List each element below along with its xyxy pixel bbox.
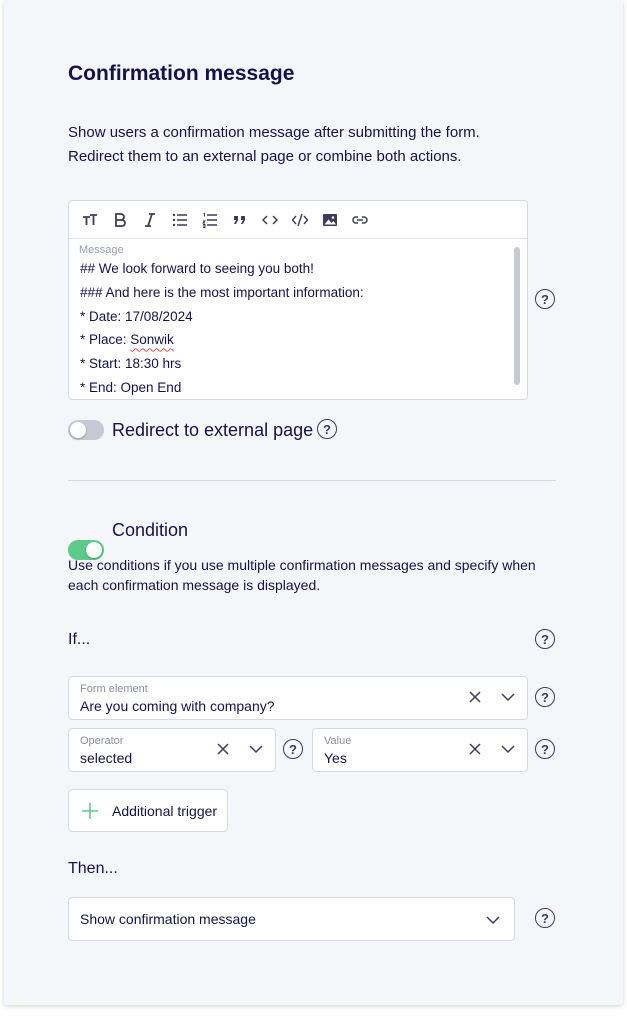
editor-line: * End: Open End bbox=[80, 379, 182, 395]
clear-icon[interactable] bbox=[467, 741, 483, 757]
clear-icon[interactable] bbox=[467, 689, 483, 705]
toggle-knob bbox=[70, 422, 86, 438]
bold-icon[interactable] bbox=[105, 205, 135, 235]
description-line: Show users a confirmation message after … bbox=[68, 124, 480, 141]
clear-icon[interactable] bbox=[215, 741, 231, 757]
numbered-list-icon[interactable] bbox=[195, 205, 225, 235]
help-icon[interactable]: ? bbox=[283, 739, 303, 759]
bullet-list-icon[interactable] bbox=[165, 205, 195, 235]
field-label: Value bbox=[324, 735, 352, 747]
code-block-icon[interactable] bbox=[285, 205, 315, 235]
operator-select[interactable]: Operator selected bbox=[68, 728, 276, 772]
field-label: Form element bbox=[80, 683, 148, 695]
condition-description: Use conditions if you use multiple confi… bbox=[68, 555, 536, 595]
redirect-toggle[interactable] bbox=[68, 420, 104, 440]
italic-icon[interactable] bbox=[135, 205, 165, 235]
editor-line: ## We look forward to seeing you both! bbox=[80, 261, 314, 276]
misspelled-word: Sonwik bbox=[130, 332, 174, 348]
chevron-down-icon[interactable] bbox=[500, 741, 516, 757]
help-icon[interactable]: ? bbox=[535, 289, 555, 309]
plus-icon bbox=[82, 802, 98, 819]
redirect-label: Redirect to external page bbox=[112, 420, 314, 440]
field-value: Are you coming with company? bbox=[80, 698, 275, 714]
editor-toolbar bbox=[69, 201, 527, 239]
editor-line: ### And here is the most important infor… bbox=[80, 284, 364, 300]
help-icon[interactable]: ? bbox=[535, 908, 555, 928]
message-editor[interactable]: Message ## We look forward to seeing you… bbox=[68, 200, 528, 400]
action-select[interactable]: Show confirmation message bbox=[68, 897, 515, 941]
code-icon[interactable] bbox=[255, 205, 285, 235]
field-value: Show confirmation message bbox=[80, 911, 256, 927]
add-trigger-label: Additional trigger bbox=[112, 802, 218, 819]
if-label: If... bbox=[68, 631, 91, 648]
image-icon[interactable] bbox=[315, 205, 345, 235]
description-line: each confirmation message is displayed. bbox=[68, 577, 321, 593]
editor-line: * Place: Sonwik bbox=[80, 332, 364, 356]
description-line: Redirect them to an external page or com… bbox=[68, 148, 462, 165]
editor-content[interactable]: ## We look forward to seeing you both! #… bbox=[80, 261, 364, 404]
editor-scrollbar[interactable] bbox=[514, 247, 520, 385]
add-trigger-button[interactable]: Additional trigger bbox=[68, 789, 228, 832]
page-title: Confirmation message bbox=[68, 62, 295, 85]
confirmation-description: Show users a confirmation message after … bbox=[68, 121, 538, 169]
link-icon[interactable] bbox=[345, 205, 375, 235]
value-select[interactable]: Value Yes bbox=[312, 728, 528, 772]
then-label: Then... bbox=[68, 860, 118, 877]
help-icon[interactable]: ? bbox=[535, 739, 555, 759]
help-icon[interactable]: ? bbox=[535, 687, 555, 707]
help-icon[interactable]: ? bbox=[317, 419, 337, 439]
field-label: Operator bbox=[80, 735, 124, 747]
field-value: selected bbox=[80, 750, 133, 766]
chevron-down-icon[interactable] bbox=[500, 689, 516, 705]
quote-icon[interactable] bbox=[225, 205, 255, 235]
text-size-icon[interactable] bbox=[75, 205, 105, 235]
form-element-select[interactable]: Form element Are you coming with company… bbox=[68, 676, 528, 720]
field-value: Yes bbox=[324, 750, 347, 766]
chevron-down-icon[interactable] bbox=[485, 912, 501, 928]
editor-line: * Date: 17/08/2024 bbox=[80, 308, 193, 324]
editor-line-prefix: * Place: bbox=[80, 332, 131, 348]
description-line: Use conditions if you use multiple confi… bbox=[68, 557, 536, 573]
help-icon[interactable]: ? bbox=[535, 629, 555, 649]
divider bbox=[68, 480, 556, 481]
editor-label: Message bbox=[79, 244, 124, 256]
chevron-down-icon[interactable] bbox=[248, 741, 264, 757]
editor-line: * Start: 18:30 hrs bbox=[80, 356, 182, 372]
condition-label: Condition bbox=[112, 520, 189, 540]
